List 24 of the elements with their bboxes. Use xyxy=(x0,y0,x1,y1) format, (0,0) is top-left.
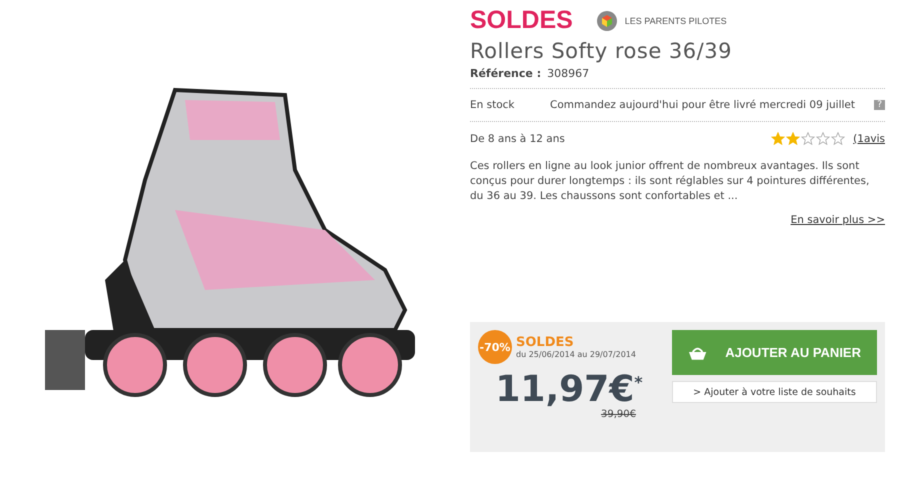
basket-icon xyxy=(688,344,708,360)
star-icon xyxy=(771,132,786,145)
reviews-link[interactable]: (1avis xyxy=(853,132,885,144)
stock-status: En stock xyxy=(470,99,516,111)
old-price: 39,90€ xyxy=(600,409,637,420)
sale-dates: du 25/06/2014 au 29/07/2014 xyxy=(516,350,636,359)
discount-badge: -70% xyxy=(478,330,512,364)
wishlist-button[interactable]: > Ajouter à votre liste de souhaits xyxy=(672,381,877,403)
product-description: Ces rollers en ligne au look junior offrent de nombreux avantages. Ils sont conçus pour durer longtemps : ils sont réglables sur 4 pointures différentes, du 36 au 39. Les chaussons sont confortables et ... xyxy=(470,159,870,204)
sale-label: SOLDES xyxy=(516,335,575,350)
star-icon xyxy=(801,132,816,145)
age-range: De 8 ans à 12 ans xyxy=(470,132,565,144)
star-icon xyxy=(831,132,846,145)
star-icon xyxy=(816,132,830,145)
reference-number: 308967 xyxy=(547,67,590,80)
sale-logo: SOLDES xyxy=(470,6,573,35)
reference-label: Référence : xyxy=(470,67,542,80)
read-more-link[interactable]: En savoir plus >> xyxy=(790,214,885,226)
sale-price: 11,97€$^{*}$ xyxy=(494,368,644,409)
product-title: Rollers Softy rose 36/39 xyxy=(470,39,733,63)
star-icon xyxy=(786,132,800,145)
delivery-info: Commandez aujourd'hui pour être livré mercredi 09 juillet xyxy=(550,99,856,111)
partner-label: LES PARENTS PILOTES xyxy=(624,16,727,26)
cube-logo-icon xyxy=(596,10,617,30)
